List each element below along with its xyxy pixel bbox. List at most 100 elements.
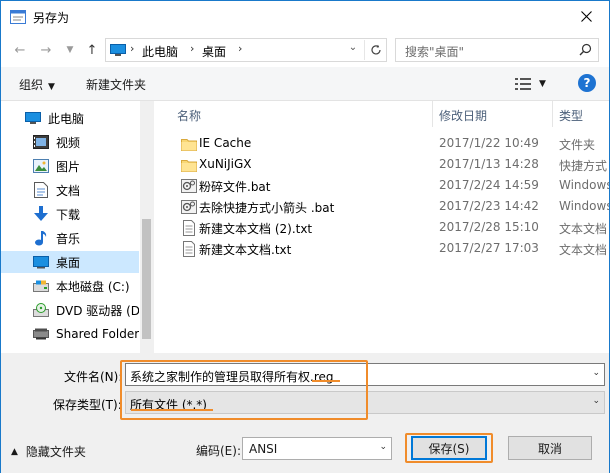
title-bar: 另存为: [1, 1, 609, 33]
sidebar-item-label: DVD 驱动器 (D:: [56, 303, 139, 318]
address-bar[interactable]: › 此电脑 › 桌面 › ⌄: [105, 38, 387, 62]
command-bar: 组织 ▼ 新建文件夹 ▼ ?: [1, 67, 609, 101]
recent-locations-button[interactable]: ▼: [61, 41, 79, 59]
sidebar-item-label: 音乐: [56, 231, 81, 246]
sidebar-item-videos[interactable]: 视频: [1, 131, 139, 153]
file-date: 2017/2/27 17:03: [439, 241, 539, 255]
breadcrumb-separator: ›: [130, 42, 135, 55]
pc-icon: [110, 44, 126, 56]
sidebar-item-documents[interactable]: 文档: [1, 179, 139, 201]
chevron-down-icon: ⌄: [379, 442, 387, 452]
sidebar-item-label: 此电脑: [48, 111, 85, 126]
dvd-icon: [33, 302, 49, 318]
music-icon: [33, 230, 49, 246]
folder-icon: [181, 160, 197, 172]
sidebar-item-this-pc[interactable]: 此电脑: [1, 107, 139, 129]
file-row[interactable]: 新建文本文档 (2).txt 2017/2/28 15:10 文本文档: [154, 217, 609, 238]
help-icon: ?: [583, 76, 591, 90]
sidebar-item-label: Shared Folders: [56, 327, 139, 341]
file-name: 新建文本文档 (2).txt: [199, 222, 313, 236]
file-type: 文本文档: [559, 222, 608, 236]
file-date: 2017/1/13 14:28: [439, 157, 539, 171]
chevron-down-icon: ⌄: [592, 396, 600, 406]
folder-icon: [181, 139, 197, 151]
highlight-underline: [312, 380, 340, 382]
caret-down-icon: ▼: [48, 82, 55, 92]
file-name: 新建文本文档.txt: [199, 243, 292, 257]
sidebar-item-label: 视频: [56, 135, 81, 150]
encoding-select[interactable]: ANSI ⌄: [242, 437, 392, 460]
download-icon: [33, 206, 49, 222]
organize-menu[interactable]: 组织 ▼: [19, 76, 55, 93]
help-button[interactable]: ?: [578, 74, 596, 92]
scrollbar-thumb[interactable]: [142, 219, 151, 339]
search-icon: [579, 43, 592, 56]
refresh-button[interactable]: [364, 40, 386, 60]
window-title: 另存为: [33, 11, 70, 25]
close-icon: [580, 11, 592, 22]
sidebar-item-dvd-drive[interactable]: DVD 驱动器 (D:: [1, 299, 139, 321]
file-date: 2017/1/22 10:49: [439, 136, 539, 150]
filetype-label: 保存类型(T):: [53, 398, 122, 412]
navigation-pane-scrollbar[interactable]: [140, 101, 153, 353]
new-folder-button[interactable]: 新建文件夹: [86, 76, 146, 93]
column-header-label: 名称: [177, 109, 202, 123]
arrow-left-icon: ←: [14, 42, 26, 58]
sidebar-item-desktop[interactable]: 桌面: [1, 251, 139, 273]
file-row[interactable]: 粉碎文件.bat 2017/2/24 14:59 Windows: [154, 175, 609, 196]
column-header-name[interactable]: ^ 名称: [177, 101, 435, 127]
column-header-date[interactable]: 修改日期: [432, 101, 552, 127]
file-type: 文本文档: [559, 243, 608, 257]
column-header-type[interactable]: 类型: [552, 101, 609, 127]
back-button[interactable]: ←: [11, 41, 29, 59]
file-row[interactable]: XuNiJiGX 2017/1/13 14:28 快捷方式: [154, 154, 609, 175]
breadcrumb-desktop[interactable]: 桌面: [202, 43, 226, 60]
document-icon: [33, 182, 49, 198]
hide-folders-toggle[interactable]: ▲ 隐藏文件夹: [11, 443, 86, 460]
filename-label: 文件名(N):: [64, 370, 123, 384]
arrow-up-icon: ↑: [86, 42, 98, 58]
column-header-label: 修改日期: [439, 109, 488, 123]
chevron-down-icon: ▼: [66, 45, 74, 55]
cancel-button-label: 取消: [537, 441, 562, 456]
bat-icon: [181, 200, 197, 214]
up-button[interactable]: ↑: [83, 41, 101, 59]
file-row[interactable]: IE Cache 2017/1/22 10:49 文件夹: [154, 133, 609, 154]
navigation-pane: 此电脑 视频 图片 文档 下载 音乐 桌面 本地磁盘 (C:) DVD 驱动器 …: [1, 101, 153, 353]
disk-icon: [33, 278, 49, 294]
caret-up-icon: ▲: [11, 446, 18, 457]
sidebar-item-shared-folders[interactable]: Shared Folders: [1, 323, 139, 345]
sidebar-item-label: 本地磁盘 (C:): [56, 279, 130, 294]
refresh-icon: [370, 44, 381, 55]
video-icon: [33, 134, 49, 150]
highlight-box: [120, 360, 368, 420]
file-name: IE Cache: [199, 136, 252, 150]
shared-icon: [33, 326, 49, 342]
sort-ascending-icon: ^: [322, 101, 331, 108]
caret-down-icon: ▼: [539, 79, 546, 89]
forward-button[interactable]: →: [37, 41, 55, 59]
file-date: 2017/2/28 15:10: [439, 220, 539, 234]
address-history-dropdown[interactable]: ⌄: [344, 42, 362, 58]
sidebar-item-downloads[interactable]: 下载: [1, 203, 139, 225]
sidebar-item-local-disk[interactable]: 本地磁盘 (C:): [1, 275, 139, 297]
search-input[interactable]: 搜索"桌面": [395, 38, 599, 62]
view-options-button[interactable]: ▼: [515, 76, 549, 92]
sidebar-item-music[interactable]: 音乐: [1, 227, 139, 249]
encoding-label: 编码(E):: [196, 444, 241, 458]
sidebar-item-pictures[interactable]: 图片: [1, 155, 139, 177]
close-button[interactable]: [563, 1, 609, 32]
file-row[interactable]: 去除快捷方式小箭头 .bat 2017/2/23 14:42 Windows: [154, 196, 609, 217]
breadcrumb-this-pc[interactable]: 此电脑: [142, 43, 178, 60]
file-date: 2017/2/24 14:59: [439, 178, 539, 192]
file-type: 文件夹: [559, 138, 596, 152]
file-row[interactable]: 新建文本文档.txt 2017/2/27 17:03 文本文档: [154, 238, 609, 259]
sidebar-item-label: 下载: [56, 207, 81, 222]
save-options-panel: 文件名(N): 系统之家制作的管理员取得所有权.reg ⌄ 保存类型(T): 所…: [1, 353, 609, 473]
chevron-down-icon[interactable]: ⌄: [592, 368, 600, 378]
bat-icon: [181, 179, 197, 193]
highlight-box: [405, 433, 493, 463]
notepad-app-icon: [10, 10, 26, 24]
file-date: 2017/2/23 14:42: [439, 199, 539, 213]
cancel-button[interactable]: 取消: [508, 436, 592, 460]
